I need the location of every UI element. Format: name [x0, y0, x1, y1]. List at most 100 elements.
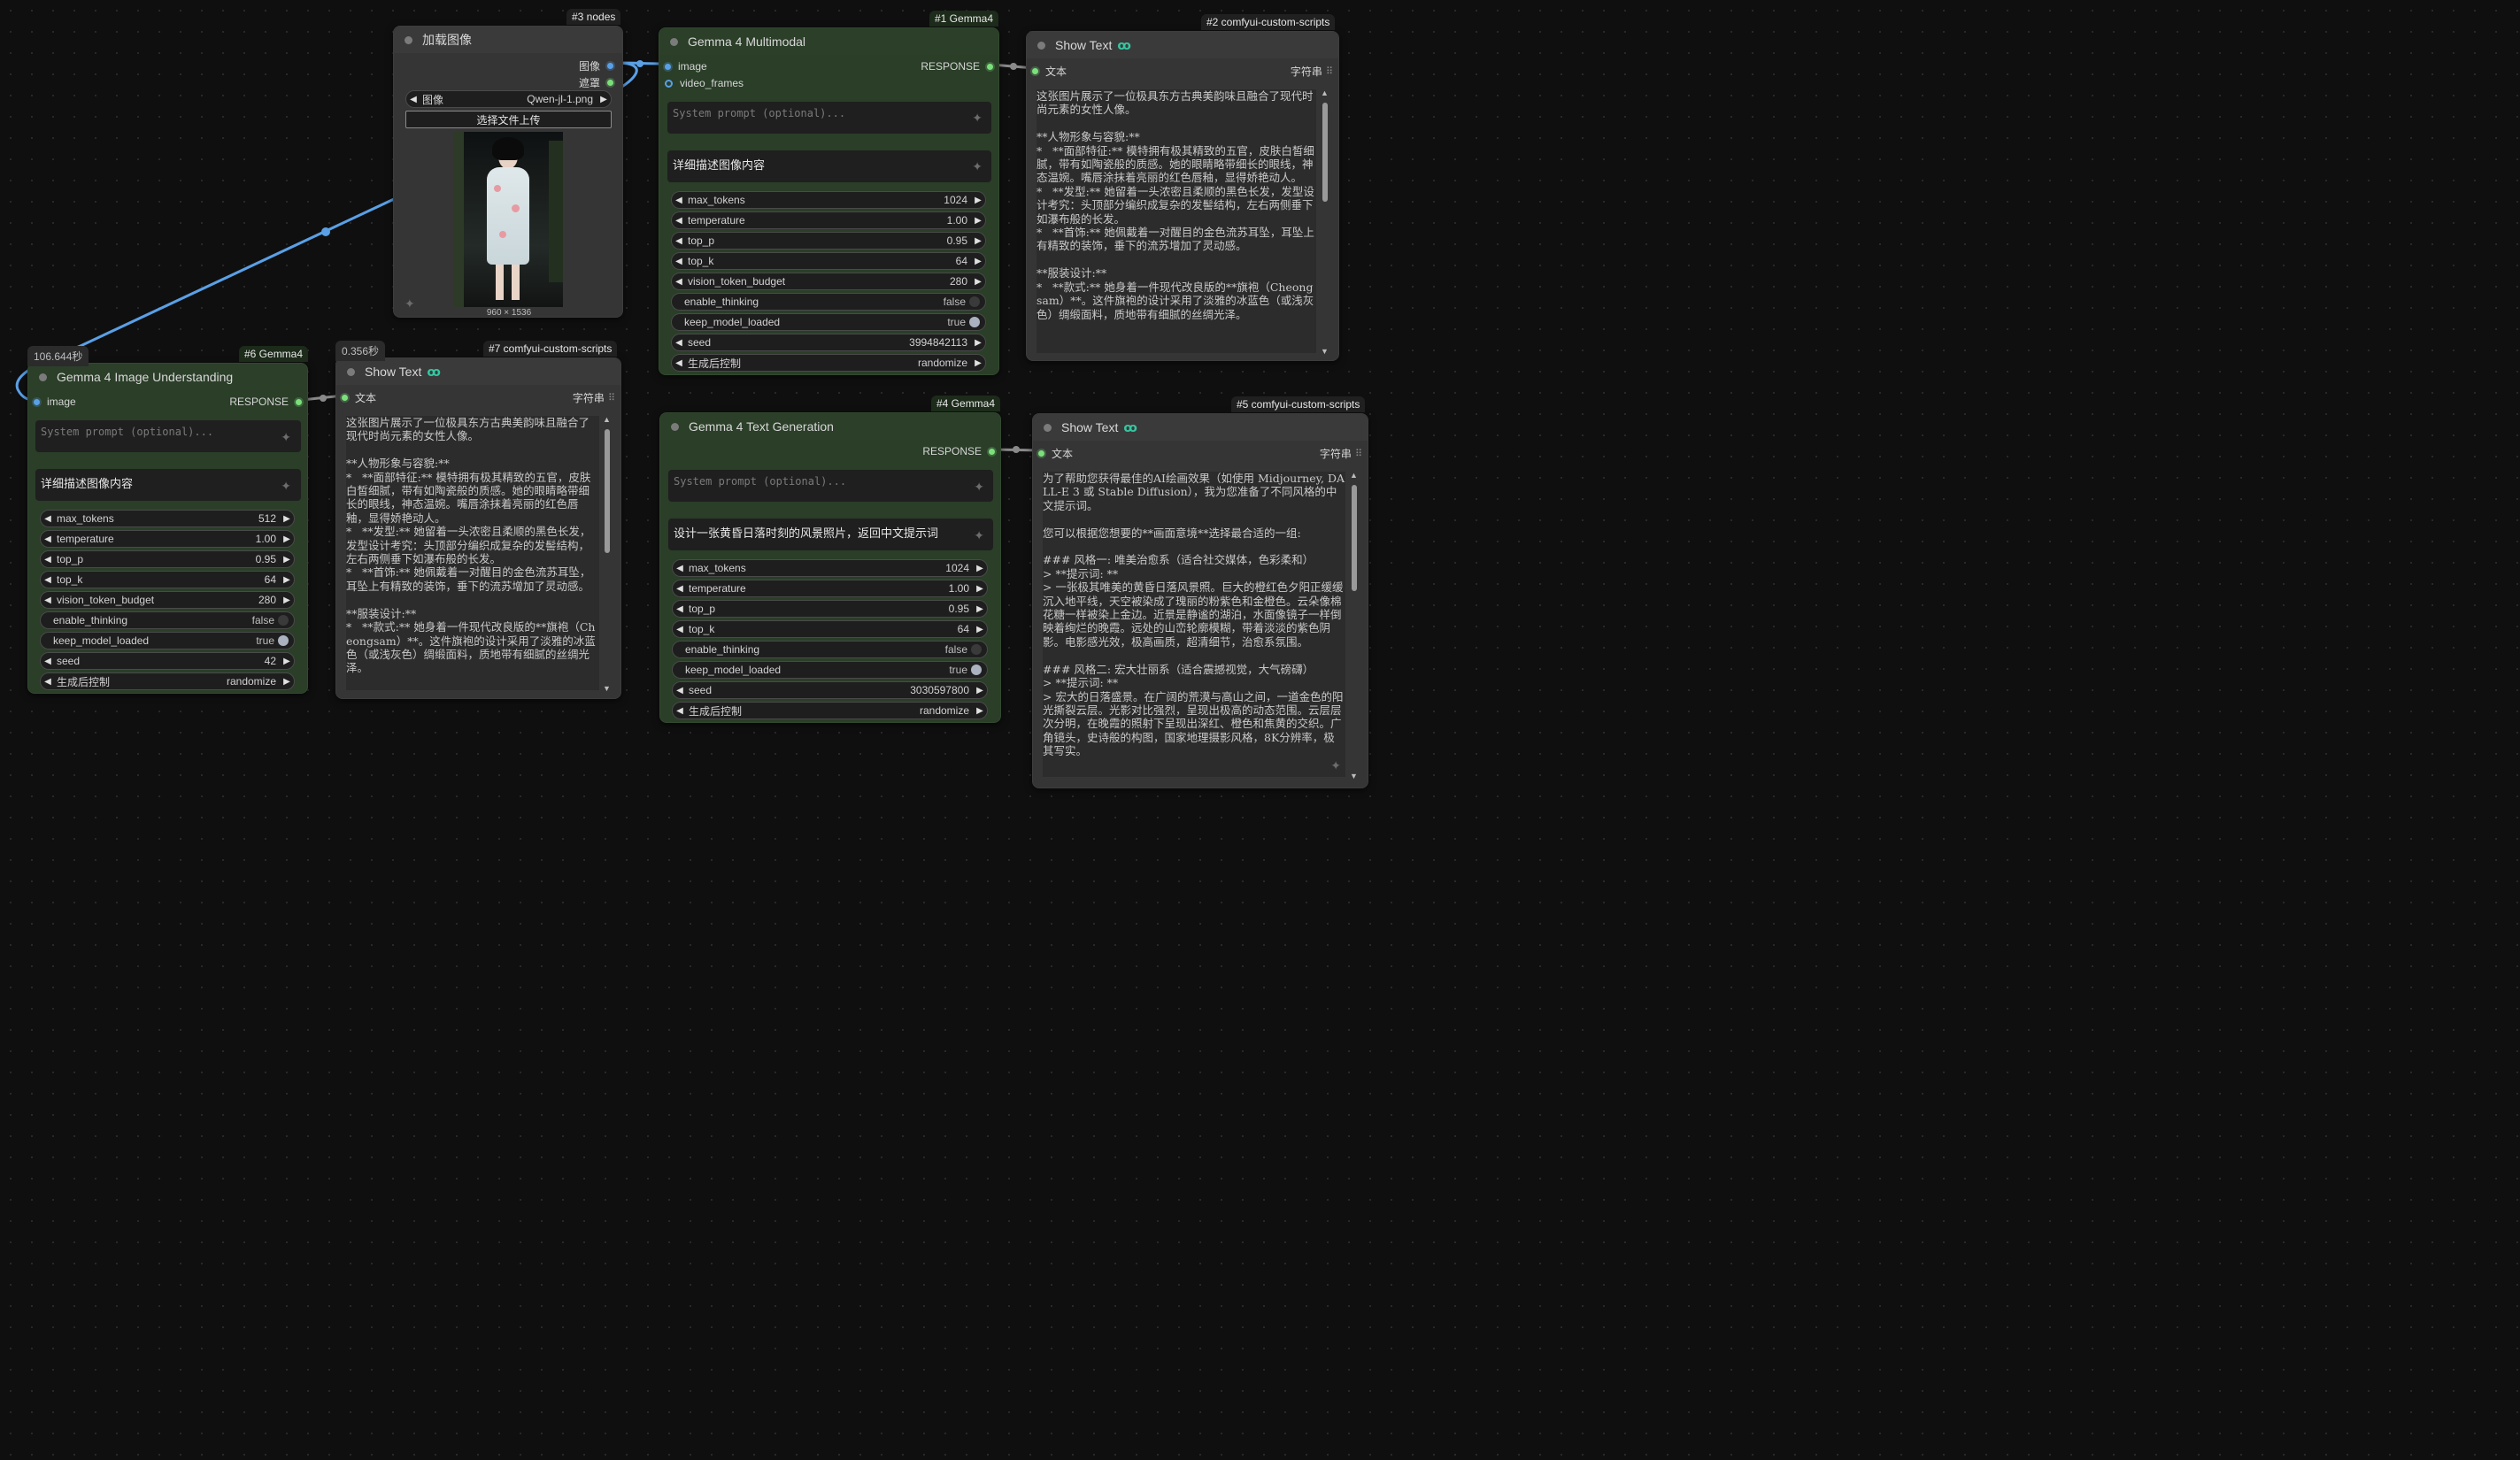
- arrow-right-icon[interactable]: ▶: [971, 358, 985, 368]
- arrow-left-icon[interactable]: ◀: [406, 95, 420, 104]
- arrow-right-icon[interactable]: ▶: [973, 625, 987, 634]
- arrow-left-icon[interactable]: ◀: [41, 555, 55, 565]
- scroll-down-icon[interactable]: ▼: [1321, 347, 1329, 356]
- arrow-right-icon[interactable]: ▶: [971, 277, 985, 287]
- collapse-dot[interactable]: [671, 422, 679, 431]
- arrow-left-icon[interactable]: ◀: [672, 338, 686, 348]
- toggle-knob[interactable]: [969, 296, 980, 307]
- collapse-dot[interactable]: [39, 373, 47, 381]
- input-slot-image[interactable]: image: [34, 396, 76, 408]
- sparkle-icon[interactable]: ✦: [974, 480, 984, 495]
- slot-dot[interactable]: [989, 448, 995, 455]
- slot-dot[interactable]: [987, 63, 993, 70]
- widget-top-k[interactable]: ◀ top_k 64 ▶: [671, 252, 986, 270]
- scroll-up-icon[interactable]: ▲: [603, 415, 611, 424]
- output-text[interactable]: 为了帮助您获得最佳的AI绘画效果（如使用 Midjourney, DALL-E …: [1043, 472, 1345, 777]
- arrow-right-icon[interactable]: ▶: [971, 338, 985, 348]
- prompt-field[interactable]: 详细描述图像内容: [667, 150, 991, 182]
- output-text[interactable]: 这张图片展示了一位极具东方古典美韵味且融合了现代时尚元素的女性人像。 **人物形…: [346, 416, 599, 690]
- output-slot-image[interactable]: 图像: [579, 58, 613, 73]
- node-header[interactable]: 加载图像: [394, 27, 622, 53]
- arrow-right-icon[interactable]: ▶: [971, 236, 985, 246]
- slot-dot[interactable]: [34, 398, 40, 405]
- node-load-image[interactable]: 加载图像 图像 遮罩 ◀ 图像 Qwen-jl-1.png ▶ 选择文件上传 9…: [393, 26, 623, 318]
- arrow-left-icon[interactable]: ◀: [41, 575, 55, 585]
- collapse-dot[interactable]: [405, 35, 412, 44]
- input-slot-image[interactable]: image: [665, 60, 707, 73]
- arrow-left-icon[interactable]: ◀: [673, 686, 687, 695]
- input-slot-text[interactable]: 文本: [1032, 64, 1067, 79]
- node-header[interactable]: Gemma 4 Text Generation: [660, 413, 1000, 440]
- widget-temperature[interactable]: ◀ temperature 1.00 ▶: [672, 580, 988, 597]
- collapse-dot[interactable]: [1044, 423, 1052, 432]
- arrow-left-icon[interactable]: ◀: [672, 196, 686, 205]
- arrow-right-icon[interactable]: ▶: [971, 257, 985, 266]
- node-show-text-7[interactable]: Show Text ꝏ 文本 字符串 ⠿ 这张图片展示了一位极具东方古典美韵味且…: [335, 357, 621, 699]
- arrow-right-icon[interactable]: ▶: [973, 686, 987, 695]
- prompt-field[interactable]: 详细描述图像内容: [35, 469, 301, 501]
- scroll-down-icon[interactable]: ▼: [603, 684, 611, 693]
- sparkle-icon[interactable]: ✦: [974, 528, 984, 543]
- widget-after-generate-control[interactable]: ◀ 生成后控制 randomize ▶: [40, 672, 295, 690]
- arrow-right-icon[interactable]: ▶: [280, 534, 294, 544]
- node-show-text-5[interactable]: Show Text ꝏ 文本 字符串 ⠿ 为了帮助您获得最佳的AI绘画效果（如使…: [1032, 413, 1368, 788]
- arrow-left-icon[interactable]: ◀: [673, 604, 687, 614]
- input-slot-video-frames[interactable]: video_frames: [665, 77, 744, 89]
- node-gemma-multimodal[interactable]: Gemma 4 Multimodal image video_frames RE…: [659, 27, 999, 375]
- arrow-left-icon[interactable]: ◀: [41, 514, 55, 524]
- arrow-right-icon[interactable]: ▶: [280, 514, 294, 524]
- arrow-left-icon[interactable]: ◀: [41, 657, 55, 666]
- arrow-left-icon[interactable]: ◀: [672, 216, 686, 226]
- output-slot-mask[interactable]: 遮罩: [579, 75, 613, 90]
- scroll-thumb[interactable]: [1322, 103, 1328, 202]
- arrow-right-icon[interactable]: ▶: [280, 575, 294, 585]
- arrow-left-icon[interactable]: ◀: [673, 584, 687, 594]
- toggle-knob[interactable]: [278, 635, 289, 646]
- slot-dot[interactable]: [342, 395, 348, 401]
- arrow-left-icon[interactable]: ◀: [673, 625, 687, 634]
- arrow-right-icon[interactable]: ▶: [597, 95, 611, 104]
- widget-vision-token-budget[interactable]: ◀ vision_token_budget 280 ▶: [671, 273, 986, 290]
- scroll-thumb[interactable]: [1352, 485, 1357, 591]
- arrow-left-icon[interactable]: ◀: [672, 358, 686, 368]
- widget-seed[interactable]: ◀ seed 3994842113 ▶: [671, 334, 986, 351]
- arrow-right-icon[interactable]: ▶: [280, 555, 294, 565]
- arrow-left-icon[interactable]: ◀: [673, 706, 687, 716]
- widget-enable-thinking[interactable]: enable_thinking false: [671, 293, 986, 311]
- arrow-left-icon[interactable]: ◀: [41, 534, 55, 544]
- input-slot-text[interactable]: 文本: [342, 390, 376, 405]
- widget-top-p[interactable]: ◀ top_p 0.95 ▶: [40, 550, 295, 568]
- system-prompt-field[interactable]: System prompt (optional)...: [35, 420, 301, 452]
- node-header[interactable]: Gemma 4 Image Understanding: [28, 364, 307, 390]
- widget-max-tokens[interactable]: ◀ max_tokens 1024 ▶: [672, 559, 988, 577]
- system-prompt-field[interactable]: System prompt (optional)...: [667, 102, 991, 134]
- toggle-knob[interactable]: [278, 615, 289, 626]
- node-show-text-2[interactable]: Show Text ꝏ 文本 字符串 ⠿ 这张图片展示了一位极具东方古典美韵味且…: [1026, 31, 1339, 361]
- widget-seed[interactable]: ◀ seed 3030597800 ▶: [672, 681, 988, 699]
- widget-after-generate-control[interactable]: ◀ 生成后控制 randomize ▶: [671, 354, 986, 372]
- scroll-down-icon[interactable]: ▼: [1350, 772, 1358, 780]
- toggle-knob[interactable]: [969, 317, 980, 327]
- widget-temperature[interactable]: ◀ temperature 1.00 ▶: [671, 211, 986, 229]
- arrow-left-icon[interactable]: ◀: [41, 596, 55, 605]
- prompt-field[interactable]: 设计一张黄昏日落时刻的风景照片，返回中文提示词: [668, 519, 993, 550]
- node-header[interactable]: Show Text ꝏ: [1027, 32, 1338, 58]
- toggle-knob[interactable]: [971, 665, 982, 675]
- scrollbar[interactable]: ▲ ▼: [603, 415, 611, 693]
- widget-top-p[interactable]: ◀ top_p 0.95 ▶: [672, 600, 988, 618]
- widget-top-k[interactable]: ◀ top_k 64 ▶: [672, 620, 988, 638]
- widget-max-tokens[interactable]: ◀ max_tokens 512 ▶: [40, 510, 295, 527]
- scroll-up-icon[interactable]: ▲: [1350, 471, 1358, 480]
- widget-keep-model-loaded[interactable]: keep_model_loaded true: [40, 632, 295, 649]
- node-header[interactable]: Show Text ꝏ: [1033, 414, 1368, 441]
- arrow-right-icon[interactable]: ▶: [973, 564, 987, 573]
- slot-dot[interactable]: [1038, 450, 1044, 457]
- arrow-left-icon[interactable]: ◀: [672, 236, 686, 246]
- arrow-right-icon[interactable]: ▶: [973, 706, 987, 716]
- arrow-right-icon[interactable]: ▶: [280, 677, 294, 687]
- slot-dot[interactable]: [607, 80, 613, 86]
- widget-vision-token-budget[interactable]: ◀ vision_token_budget 280 ▶: [40, 591, 295, 609]
- arrow-right-icon[interactable]: ▶: [973, 604, 987, 614]
- collapse-dot[interactable]: [1037, 41, 1045, 50]
- widget-enable-thinking[interactable]: enable_thinking false: [672, 641, 988, 658]
